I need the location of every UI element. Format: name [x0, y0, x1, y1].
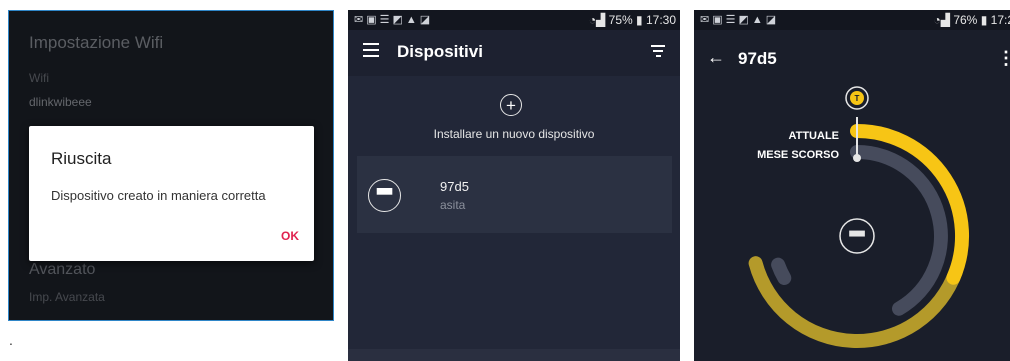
tariff-badge-icon: T	[845, 86, 869, 110]
battery-percent: 75%	[608, 13, 633, 27]
device-card[interactable]: ▀▀ 97d5 asita	[357, 156, 672, 233]
add-device-icon[interactable]: +	[500, 94, 522, 116]
app-bar: Dispositivi	[348, 30, 680, 76]
page-title: Dispositivi	[397, 42, 483, 61]
meter-device-icon: ▀▀	[368, 179, 401, 212]
wifi-signal-icon: ◔▟	[588, 13, 606, 27]
wifi-settings-screen: Impostazione Wifi Wifi dlinkwibeee Avanz…	[8, 10, 334, 321]
success-dialog: Riuscita Dispositivo creato in maniera c…	[29, 126, 314, 261]
current-month-label: ATTUALE	[788, 130, 839, 142]
svg-text:T: T	[855, 94, 860, 103]
svg-text:▀▀: ▀▀	[848, 230, 865, 243]
notification-icons: ✉▣☰◩▲◪	[354, 14, 434, 26]
caption-dot: .	[9, 332, 13, 348]
install-device-button[interactable]: Installare un nuovo dispositivo	[348, 127, 680, 141]
devices-screen: ✉▣☰◩▲◪ ◔▟ 75% ▮ 17:30 Dispositivi + Inst…	[348, 10, 680, 361]
menu-icon[interactable]	[363, 43, 379, 59]
meter-device-icon: ▀▀	[839, 218, 875, 254]
consumption-gauge: T ▀▀	[748, 86, 970, 348]
device-location: asita	[440, 198, 466, 212]
dialog-title: Riuscita	[51, 149, 112, 168]
marker-start-dot	[853, 154, 861, 162]
clock: 17:30	[645, 13, 676, 27]
device-name: 97d5	[440, 179, 469, 194]
device-detail-screen: ✉▣☰◩▲◪ ◔▟ 76% ▮ 17:2 ← 97d5 ⋮ T ▀▀ ATTU	[694, 10, 1010, 361]
previous-month-track	[771, 145, 948, 316]
dialog-message: Dispositivo creato in maniera corretta	[51, 188, 266, 203]
previous-month-label: MESE SCORSO	[757, 149, 839, 161]
filter-icon[interactable]	[651, 45, 665, 60]
status-bar: ✉▣☰◩▲◪ ◔▟ 75% ▮ 17:30	[348, 10, 680, 30]
bottom-bar	[348, 349, 680, 361]
battery-icon: ▮	[636, 13, 643, 27]
status-right: ◔▟ 75% ▮ 17:30	[589, 13, 676, 27]
ok-button[interactable]: OK	[281, 229, 299, 243]
